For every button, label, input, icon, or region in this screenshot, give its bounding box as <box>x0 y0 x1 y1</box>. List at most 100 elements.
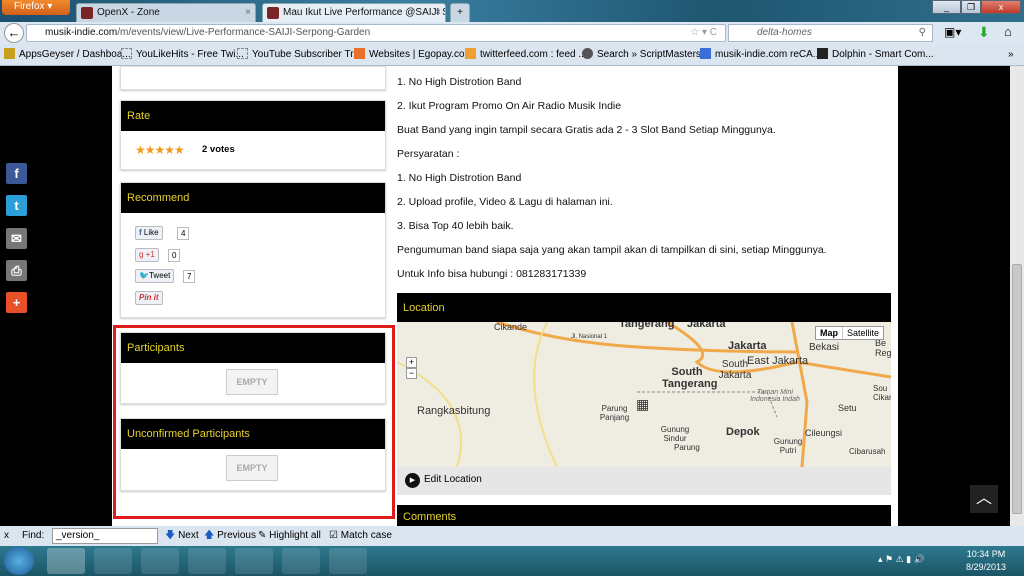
tab-event[interactable]: Mau Ikut Live Performance @SAIJI Se... × <box>262 3 446 22</box>
scroll-to-top-button[interactable]: ︿ <box>970 485 998 513</box>
search-input[interactable]: delta-homes ⚲ <box>728 24 933 42</box>
close-window-button[interactable]: x <box>981 0 1021 14</box>
recommend-box: Recommend f Like 4 g +1 0 🐦Tweet 7 Pin i… <box>120 182 386 318</box>
map-label: Cikande <box>494 322 528 332</box>
map-label: Gunung Putri <box>773 437 803 455</box>
recommend-title: Recommend <box>121 183 385 213</box>
bookmark-item[interactable]: Search » ScriptMasters... <box>582 44 709 66</box>
tweet-button[interactable]: 🐦Tweet <box>135 269 175 283</box>
facebook-share-icon[interactable]: f <box>6 163 27 184</box>
find-next-button[interactable]: 🡇 Next <box>165 526 199 546</box>
map-label: South Jakarta <box>718 359 752 381</box>
print-share-icon[interactable]: ⎙ <box>6 260 27 281</box>
taskbar-app-icon[interactable] <box>235 548 273 574</box>
match-case-checkbox[interactable]: ☑ Match case <box>329 526 392 546</box>
rating-stars[interactable]: ★★★★★ <box>135 143 185 157</box>
map-label: Parung <box>674 443 700 452</box>
system-tray-icons[interactable]: ▴ ⚑ ⚠ ▮ 🔊 <box>878 554 925 565</box>
back-button[interactable]: ← <box>4 23 24 43</box>
bookmarks-icon[interactable]: ▣▾ <box>944 25 961 39</box>
map-label: Parung Panjang <box>599 404 630 422</box>
url-bar[interactable]: musik-indie.com/m/events/view/Live-Perfo… <box>26 24 726 42</box>
unconfirmed-participants-box: Unconfirmed Participants EMPTY <box>120 418 386 491</box>
bookmark-item[interactable]: YouTube Subscriber Tr... <box>237 44 361 66</box>
scrollbar[interactable] <box>1010 66 1024 526</box>
find-bar: x Find: _version_ 🡇 Next 🡅 Previous ✎ Hi… <box>0 526 1024 546</box>
map-type-satellite-button[interactable]: Satellite <box>843 327 883 339</box>
reload-icon[interactable]: ☆ ▾ C <box>690 25 717 41</box>
map-label: Jakarta <box>728 340 767 352</box>
map-label: Be Reg <box>875 338 891 358</box>
bookmarks-overflow-button[interactable]: » <box>1008 44 1014 66</box>
firefox-menu-button[interactable]: Firefox ▾ <box>2 0 70 15</box>
twitter-share-icon[interactable]: t <box>6 195 27 216</box>
event-marker-icon[interactable]: ▦ <box>636 396 649 413</box>
close-tab-icon[interactable]: × <box>435 4 441 21</box>
unconfirmed-empty-badge: EMPTY <box>226 455 278 481</box>
edit-location-bar: ▶ Edit Location <box>397 467 891 495</box>
bookmark-item[interactable]: YouLikeHits - Free Twi... <box>121 44 244 66</box>
unconfirmed-title: Unconfirmed Participants <box>121 419 385 449</box>
find-close-button[interactable]: x <box>4 526 9 546</box>
taskbar-firefox-icon[interactable] <box>47 548 85 574</box>
bookmark-item[interactable]: AppsGeyser / Dashboa... <box>4 44 131 66</box>
location-map[interactable]: Cikande Tangerang Jakarta Jakarta East J… <box>397 322 891 467</box>
more-share-icon[interactable]: + <box>6 292 27 313</box>
play-icon[interactable]: ▶ <box>405 473 420 488</box>
search-icon[interactable]: ⚲ <box>919 25 926 41</box>
bookmark-item[interactable]: musik-indie.com reCA... <box>700 44 821 66</box>
description-line: Untuk Info bisa hubungi : 081283171339 <box>397 268 587 280</box>
favicon-icon <box>81 7 93 19</box>
bookmarks-toolbar: AppsGeyser / Dashboa... YouLikeHits - Fr… <box>0 44 1024 66</box>
maximize-button[interactable]: ❐ <box>961 0 981 14</box>
map-label: Depok <box>726 426 760 438</box>
clock-time[interactable]: 10:34 PM <box>962 549 1010 559</box>
find-previous-button[interactable]: 🡅 Previous <box>204 526 256 546</box>
taskbar-explorer-icon[interactable] <box>141 548 179 574</box>
map-label: Taman Mini Indonesia Indah <box>750 389 800 403</box>
taskbar: ▴ ⚑ ⚠ ▮ 🔊 10:34 PM 8/29/2013 <box>0 546 1024 576</box>
scrollbar-thumb[interactable] <box>1012 264 1022 514</box>
previous-box <box>120 66 386 90</box>
taskbar-filezilla-icon[interactable] <box>329 548 367 574</box>
taskbar-download-manager-icon[interactable] <box>282 548 320 574</box>
tab-openx[interactable]: OpenX - Zone × <box>76 3 256 22</box>
map-label: Jl. Nasional 1 <box>571 334 608 340</box>
close-tab-icon[interactable]: × <box>245 4 251 21</box>
new-tab-button[interactable]: + <box>450 3 470 22</box>
bookmark-item[interactable]: Websites | Egopay.com <box>354 44 473 66</box>
event-description: 1. No High Distrotion Band 2. Ikut Progr… <box>397 66 891 286</box>
bookmark-item[interactable]: Dolphin - Smart Com... <box>817 44 934 66</box>
tweet-count: 7 <box>183 270 196 283</box>
rate-box: Rate ★★★★★ 2 votes <box>120 100 386 170</box>
email-share-icon[interactable]: ✉ <box>6 228 27 249</box>
start-button[interactable] <box>4 547 34 575</box>
find-label: Find: <box>22 530 45 541</box>
minimize-button[interactable]: _ <box>932 0 961 14</box>
pinterest-button[interactable]: Pin it <box>135 291 163 305</box>
map-label: Sou Cikar <box>873 384 891 402</box>
bookmark-item[interactable]: twitterfeed.com : feed ... <box>465 44 587 66</box>
map-label: Setu <box>838 403 857 413</box>
description-line: 3. Bisa Top 40 lebih baik. <box>397 220 514 232</box>
clock-date[interactable]: 8/29/2013 <box>962 562 1010 572</box>
location-title: Location <box>397 293 891 323</box>
gplus-button[interactable]: g +1 <box>135 248 159 262</box>
description-line: Buat Band yang ingin tampil secara Grati… <box>397 124 776 136</box>
highlight-all-button[interactable]: ✎ Highlight all <box>258 526 321 546</box>
taskbar-chrome-icon[interactable] <box>94 548 132 574</box>
zoom-out-button[interactable]: − <box>406 368 417 379</box>
favicon-icon <box>267 7 279 19</box>
zoom-in-button[interactable]: + <box>406 357 417 368</box>
description-line: 1. No High Distrotion Band <box>397 76 522 88</box>
facebook-like-button[interactable]: f Like <box>135 226 163 240</box>
find-input[interactable]: _version_ <box>52 528 158 544</box>
edit-location-link[interactable]: Edit Location <box>424 474 482 485</box>
description-line: 2. Ikut Program Promo On Air Radio Musik… <box>397 100 622 112</box>
download-icon[interactable]: ⬇ <box>978 24 990 41</box>
home-icon[interactable]: ⌂ <box>1004 24 1012 39</box>
participants-title: Participants <box>121 333 385 363</box>
map-type-map-button[interactable]: Map <box>816 327 843 339</box>
description-line: 1. No High Distrotion Band <box>397 172 522 184</box>
taskbar-media-icon[interactable] <box>188 548 226 574</box>
